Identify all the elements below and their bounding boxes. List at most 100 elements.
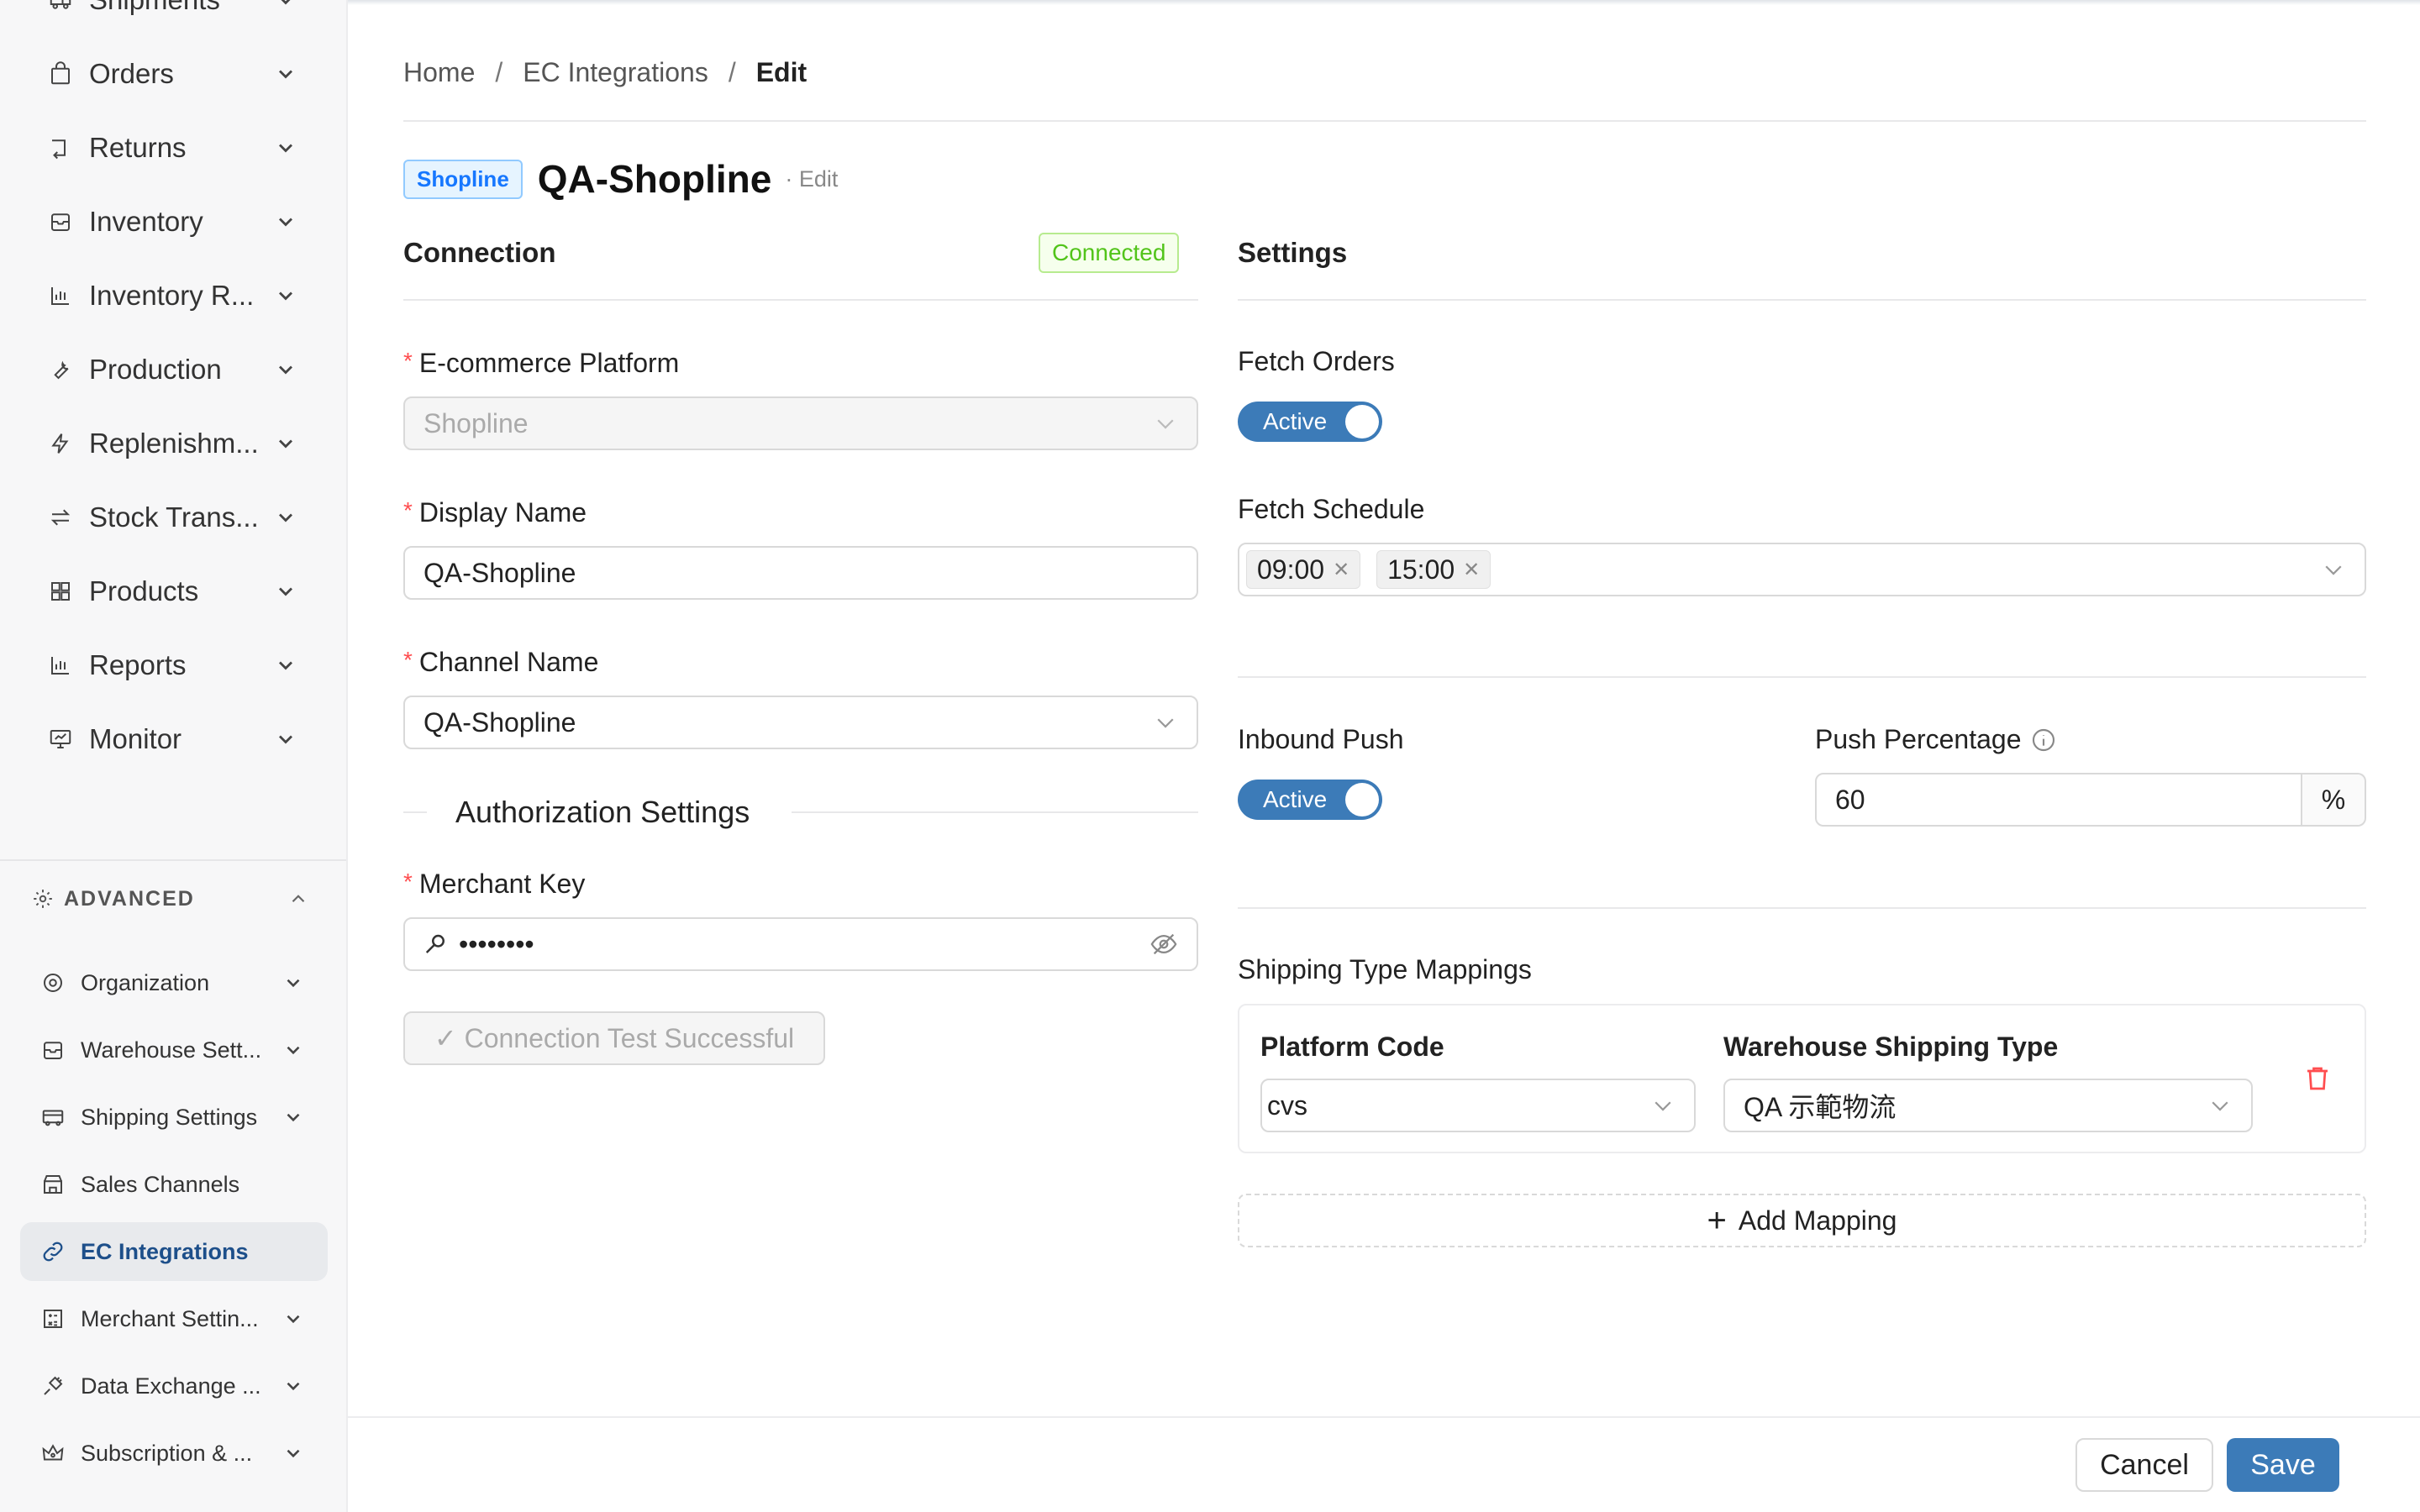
sidebar-item-inventory[interactable]: Inventory [45,197,297,247]
info-icon[interactable] [2030,727,2057,753]
sidebar-item-merchant-settings[interactable]: Merchant Settin... [39,1293,304,1345]
auth-divider-left [403,811,427,813]
sidebar-item-production[interactable]: Production [45,344,297,395]
auth-settings-title: Authorization Settings [455,795,750,829]
push-percentage-label: Push Percentage [1815,724,2057,755]
sidebar-item-label: Shipments [89,0,266,16]
truck-icon [39,1103,67,1131]
sidebar-item-subscription[interactable]: Subscription & ... [39,1427,304,1479]
close-icon[interactable]: ✕ [1333,558,1349,582]
save-button[interactable]: Save [2227,1438,2339,1492]
inbound-push-label: Inbound Push [1238,724,1404,754]
inbound-push-state: Active [1263,786,1328,812]
channel-name-label: * Channel Name [403,647,598,678]
sidebar-item-ec-integrations[interactable]: EC Integrations [20,1222,328,1281]
close-icon[interactable]: ✕ [1463,558,1480,582]
platform-select: Shopline [403,396,1198,450]
breadcrumb-home[interactable]: Home [403,57,475,88]
chevron-down-icon [287,1113,300,1122]
required-mark: * [403,348,413,374]
status-badge: Connected [1039,233,1180,273]
sidebar-item-products[interactable]: Products [45,566,297,617]
sidebar-item-label: Data Exchange ... [81,1373,261,1399]
sidebar-item-label: Stock Trans... [89,501,259,533]
link-icon [39,1237,67,1266]
sidebar-item-data-exchange[interactable]: Data Exchange ... [39,1360,304,1412]
gear-icon [34,890,52,908]
store-icon [39,1170,67,1199]
sidebar-item-label: Shipping Settings [81,1104,258,1130]
settings-divider-3 [1238,907,2366,909]
page-title-suffix: · Edit [785,165,839,192]
chevron-down-icon [279,735,292,744]
push-percentage-input[interactable]: 60 [1815,773,2302,827]
platform-code-select[interactable]: cvs [1260,1079,1696,1132]
toggle-knob [1345,405,1379,438]
sidebar-item-replenishment[interactable]: Replenishm... [45,418,297,469]
chevron-down-icon [279,439,292,449]
sidebar-item-label: Production [89,354,222,385]
advanced-section-toggle[interactable]: ADVANCED [32,882,319,916]
chevron-down-icon [287,1315,300,1324]
breadcrumb-current: Edit [755,57,808,87]
warehouse-shipping-type-select[interactable]: QA 示範物流 [1723,1079,2253,1132]
push-percentage-value: 60 [1835,784,1865,815]
transfer-icon [45,502,76,533]
sidebar-item-returns[interactable]: Returns [45,123,297,173]
sidebar: Shipments Orders Returns Inventory Inven… [0,0,348,1512]
display-name-input[interactable]: QA-Shopline [403,546,1198,600]
inbound-push-toggle[interactable]: Active [1238,780,1382,820]
key-icon [425,934,445,953]
crown-icon [39,1439,67,1467]
sidebar-item-orders[interactable]: Orders [45,49,297,99]
calc-icon [39,1305,67,1333]
platform-label: * E-commerce Platform [403,348,679,379]
cancel-button[interactable]: Cancel [2075,1438,2213,1492]
sidebar-item-shipments[interactable]: Shipments [45,0,297,25]
schedule-tag-label: 09:00 [1257,554,1325,585]
sidebar-item-reports[interactable]: Reports [45,640,297,690]
fetch-schedule-label: Fetch Schedule [1238,494,1425,524]
sidebar-item-label: Subscription & ... [81,1440,253,1466]
fetch-schedule-select[interactable]: 09:00 ✕ 15:00 ✕ [1238,543,2366,596]
chart-icon [45,281,76,311]
breadcrumb-separator: / [495,57,503,87]
channel-name-select[interactable]: QA-Shopline [403,696,1198,749]
sidebar-item-warehouse-settings[interactable]: Warehouse Sett... [39,1024,304,1076]
bag-icon [45,59,76,89]
platform-code-value: cvs [1267,1089,1307,1121]
fetch-orders-toggle[interactable]: Active [1238,402,1382,442]
merchant-key-input[interactable]: •••••••• [403,917,1198,971]
header-divider [403,120,2366,122]
platform-code-header: Platform Code [1260,1032,1444,1062]
eye-off-icon[interactable] [1150,930,1178,958]
schedule-tag: 09:00 ✕ [1246,550,1361,589]
shipping-mappings-title: Shipping Type Mappings [1238,954,1532,984]
chevron-down-icon [287,1449,300,1458]
sidebar-item-label: Reports [89,649,187,680]
chevron-down-icon [279,218,292,227]
sidebar-item-inventory-reports[interactable]: Inventory R... [45,270,297,321]
delete-icon[interactable] [2302,1063,2333,1094]
chevron-down-icon [279,587,292,596]
required-mark: * [403,647,413,673]
chart-icon [45,650,76,680]
sidebar-item-sales-channels[interactable]: Sales Channels [39,1158,304,1210]
advanced-title: ADVANCED [64,886,195,911]
sidebar-item-stock-transfer[interactable]: Stock Trans... [45,492,297,543]
breadcrumb-ec-integrations[interactable]: EC Integrations [523,57,708,88]
sidebar-item-shipping-settings[interactable]: Shipping Settings [39,1091,304,1143]
connection-test-button[interactable]: ✓ Connection Test Successful [403,1011,825,1065]
sidebar-divider [0,859,346,861]
toggle-knob [1345,783,1379,816]
add-mapping-button[interactable]: + Add Mapping [1238,1194,2366,1247]
channel-name-label-text: Channel Name [418,647,599,677]
platform-label-text: E-commerce Platform [418,348,680,378]
breadcrumb: Home / EC Integrations / Edit [403,57,807,88]
sidebar-item-label: Inventory R... [89,280,255,311]
sidebar-item-organization[interactable]: Organization [39,957,304,1009]
chevron-down-icon [279,291,292,301]
sidebar-item-monitor[interactable]: Monitor [45,714,297,764]
settings-divider-2 [1238,676,2366,678]
box-icon [45,207,76,237]
